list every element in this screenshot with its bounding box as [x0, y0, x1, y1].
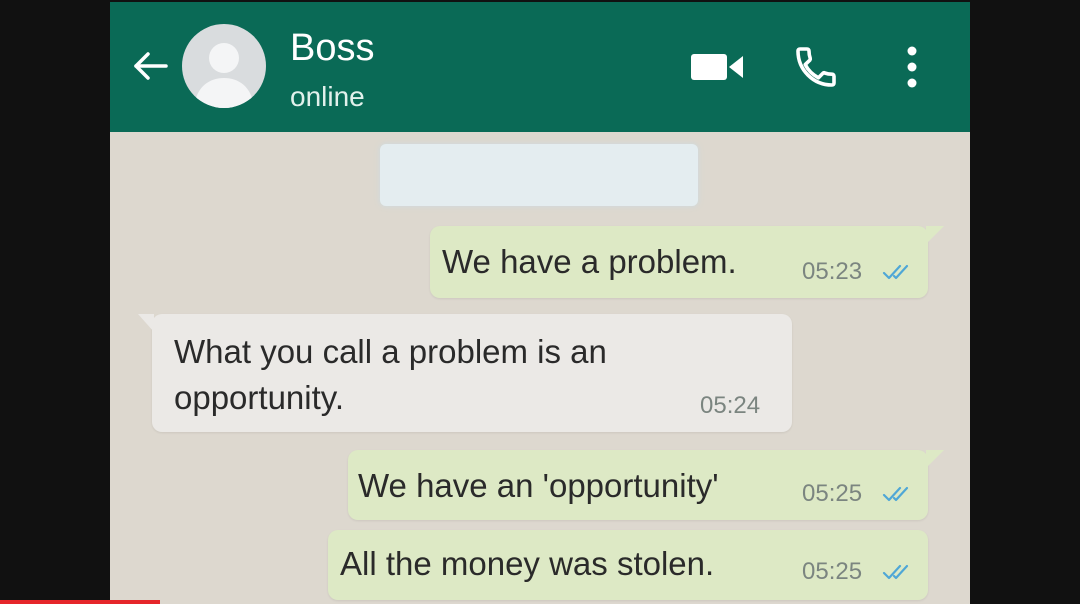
read-ticks-icon — [882, 564, 909, 580]
bubble-tail — [926, 226, 944, 244]
avatar[interactable] — [182, 24, 266, 108]
message-time: 05:24 — [700, 392, 761, 419]
message-time: 05:23 — [802, 258, 863, 285]
video-progress-bar[interactable] — [0, 600, 160, 604]
date-divider — [380, 144, 698, 206]
more-options-button[interactable] — [890, 42, 934, 92]
contact-status: online — [290, 81, 365, 112]
read-ticks-icon — [882, 486, 909, 502]
bubble-tail — [926, 450, 944, 468]
read-ticks-icon — [882, 264, 909, 280]
message-time: 05:25 — [802, 558, 863, 585]
chat-header: Boss online — [110, 2, 970, 132]
back-arrow-icon — [134, 52, 168, 80]
bubble-tail — [138, 314, 154, 332]
message-time: 05:25 — [802, 480, 863, 507]
message-bubble-incoming[interactable]: What you call a problem is an opportunit… — [138, 314, 792, 432]
default-user-icon — [194, 43, 254, 108]
message-text: All the money was stolen. — [340, 545, 715, 582]
message-text: We have an 'opportunity' — [358, 467, 719, 504]
contact-name[interactable]: Boss — [290, 26, 374, 70]
message-bubble-outgoing[interactable]: We have a problem. 05:23 — [430, 226, 944, 298]
chat-screen: Boss online We have a problem. 05:23 Wha… — [110, 2, 970, 604]
more-vertical-icon — [907, 46, 917, 88]
video-call-icon — [691, 54, 743, 80]
back-button[interactable] — [128, 44, 172, 88]
message-bubble-outgoing[interactable]: All the money was stolen. 05:25 — [328, 530, 928, 600]
message-bubble-outgoing[interactable]: We have an 'opportunity' 05:25 — [348, 450, 944, 520]
video-call-button[interactable] — [688, 42, 746, 92]
voice-call-button[interactable] — [790, 42, 842, 92]
message-text-line2: opportunity. — [174, 379, 344, 416]
phone-icon — [796, 47, 836, 87]
message-text-line1: What you call a problem is an — [174, 333, 607, 370]
message-text: We have a problem. — [442, 243, 737, 280]
